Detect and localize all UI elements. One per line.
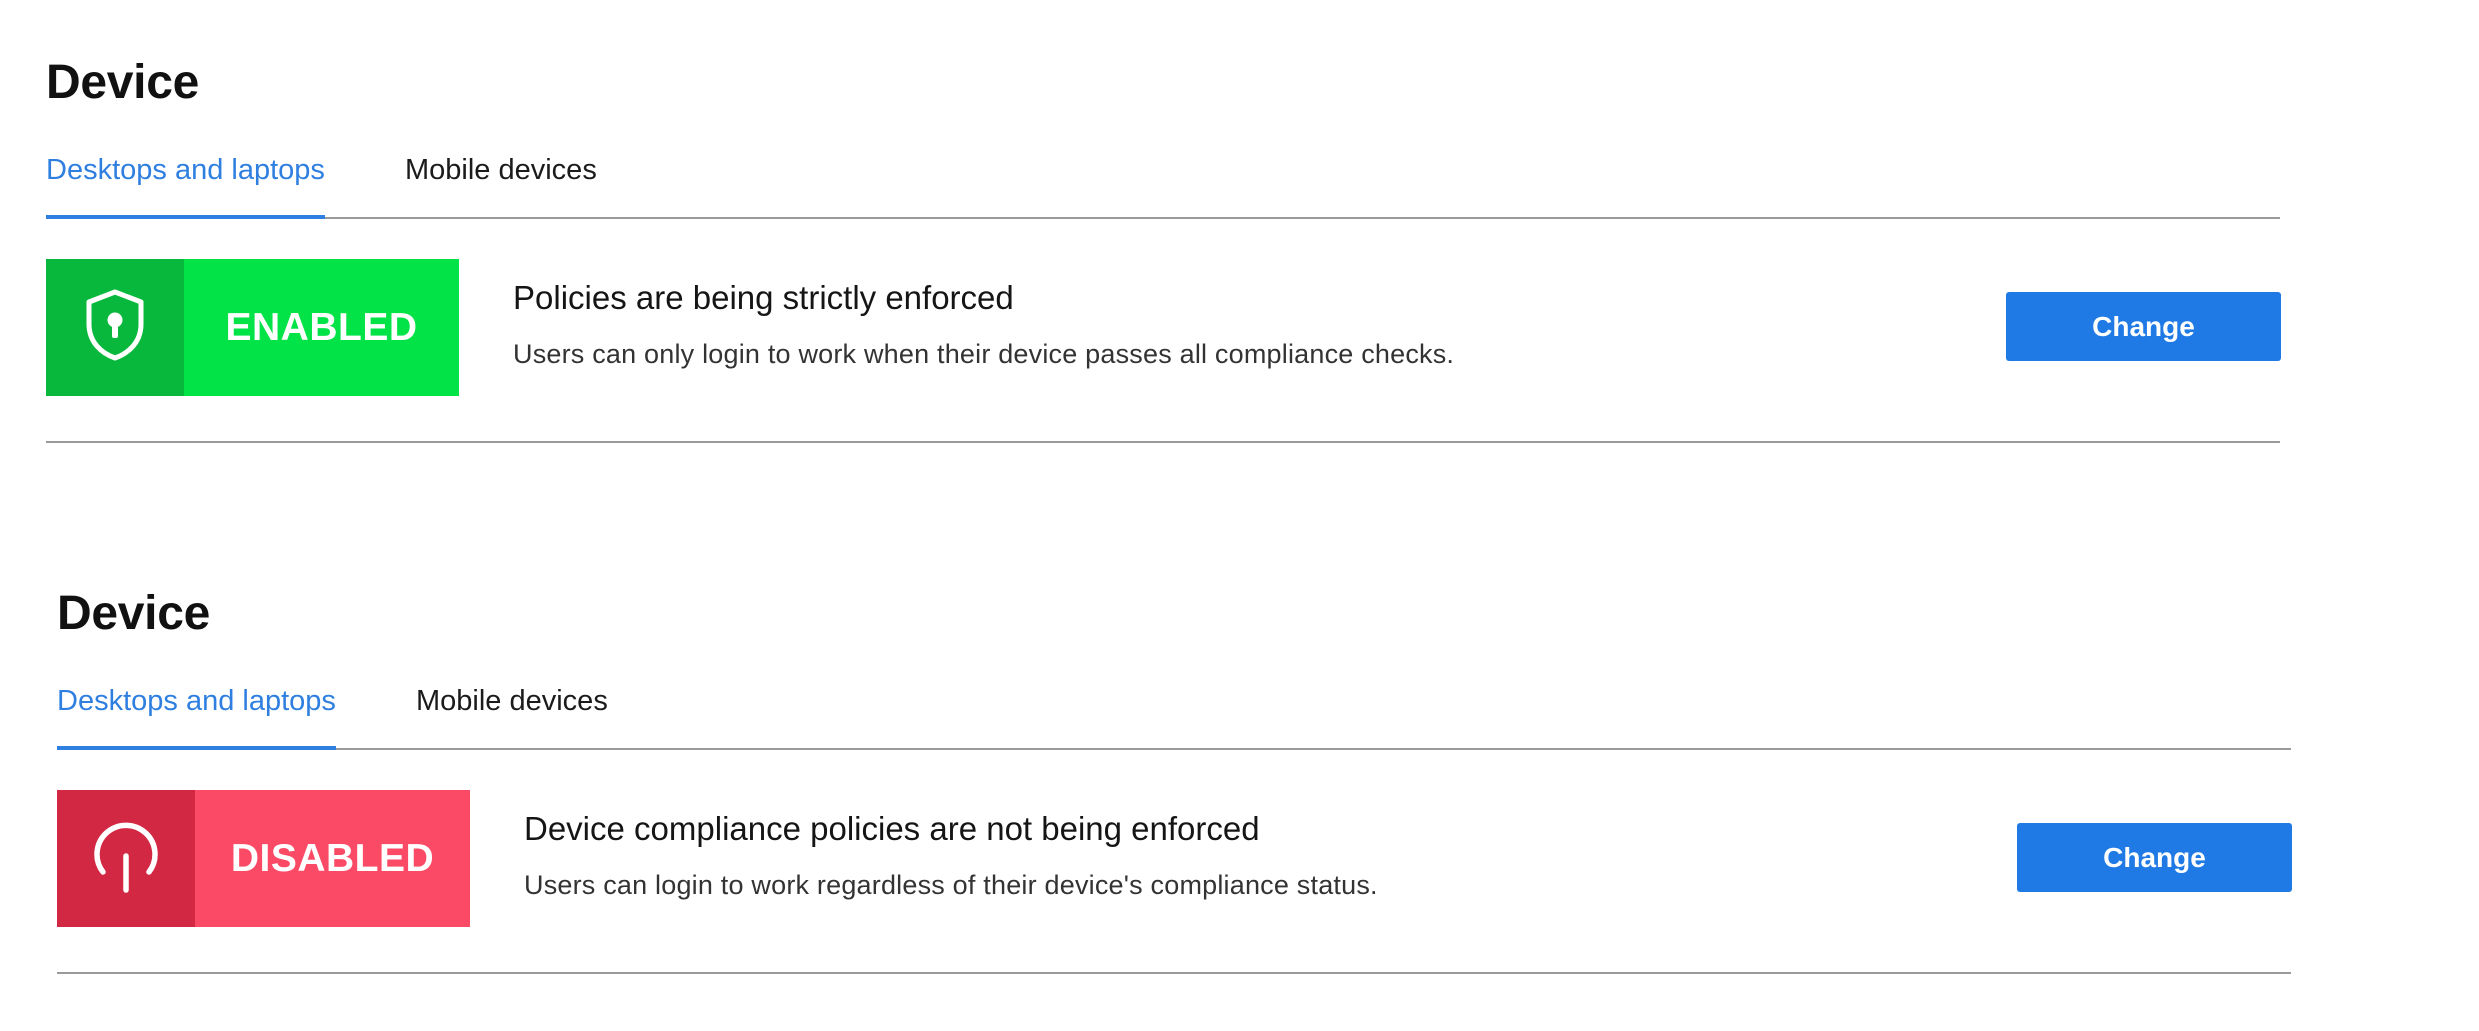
change-button[interactable]: Change bbox=[2006, 292, 2281, 361]
status-heading: Device compliance policies are not being… bbox=[524, 810, 1260, 847]
status-description: Users can only login to work when their … bbox=[513, 339, 1455, 369]
badge-icon-container bbox=[46, 259, 184, 396]
status-description: Users can login to work regardless of th… bbox=[524, 870, 1378, 900]
tab-bar: Desktops and laptops Mobile devices bbox=[57, 681, 2291, 750]
badge-label: DISABLED bbox=[195, 790, 470, 927]
status-badge: DISABLED bbox=[57, 790, 470, 927]
tab-mobile-devices[interactable]: Mobile devices bbox=[405, 150, 597, 217]
compliance-status-row: DISABLED Device compliance policies are … bbox=[57, 790, 2292, 974]
status-badge: ENABLED bbox=[46, 259, 459, 396]
tab-desktops-and-laptops[interactable]: Desktops and laptops bbox=[46, 150, 325, 219]
shield-keyhole-icon bbox=[84, 288, 146, 367]
tab-bar: Desktops and laptops Mobile devices bbox=[46, 150, 2280, 219]
change-button[interactable]: Change bbox=[2017, 823, 2292, 892]
tab-desktops-and-laptops[interactable]: Desktops and laptops bbox=[57, 681, 336, 750]
status-heading: Policies are being strictly enforced bbox=[513, 279, 1014, 316]
page-title: Device bbox=[46, 56, 199, 109]
compliance-status-row: ENABLED Policies are being strictly enfo… bbox=[46, 259, 2281, 443]
page-title: Device bbox=[57, 587, 210, 640]
tab-mobile-devices[interactable]: Mobile devices bbox=[416, 681, 608, 748]
badge-icon-container bbox=[57, 790, 195, 927]
badge-label: ENABLED bbox=[184, 259, 459, 396]
power-icon bbox=[86, 816, 166, 901]
